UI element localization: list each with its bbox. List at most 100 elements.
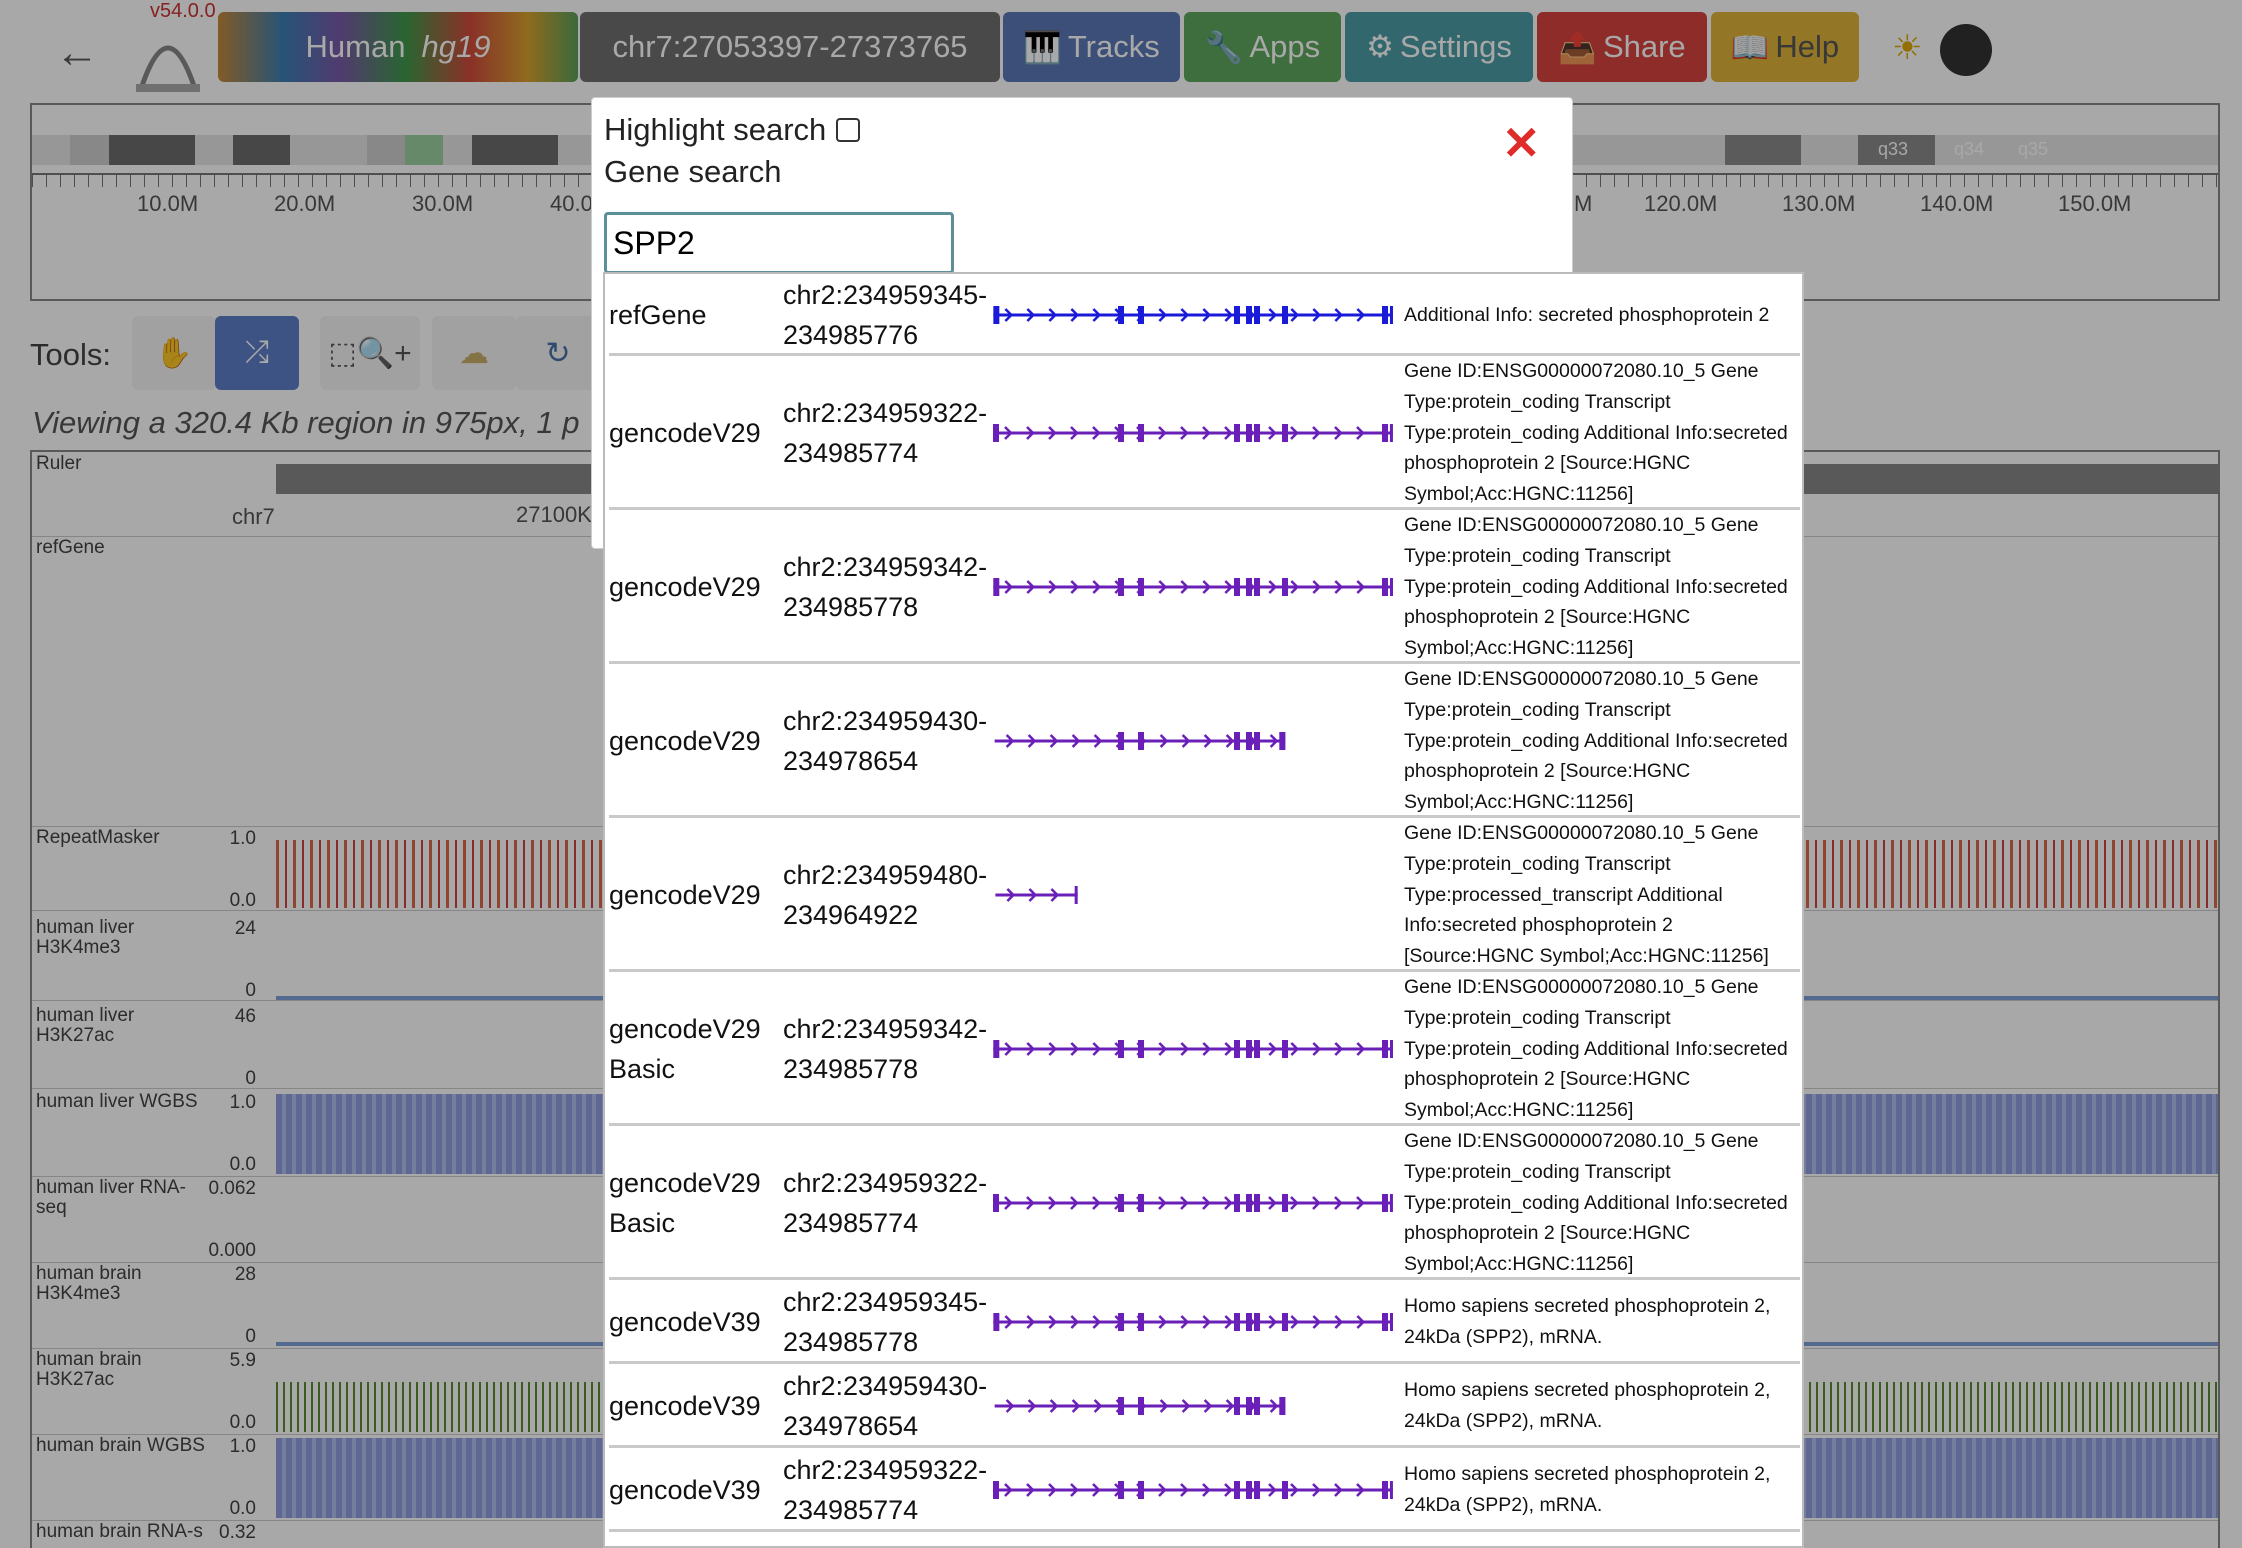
result-coordinates: chr2:234959430- 234978654	[783, 701, 987, 781]
result-coordinates: chr2:234959322- 234985774	[783, 1163, 987, 1243]
gene-exon-block	[1234, 578, 1240, 596]
gene-exon-block	[1246, 306, 1252, 324]
gene-exon-block	[1282, 1313, 1288, 1331]
gene-exon-block	[993, 1040, 1000, 1058]
search-result-row[interactable]: gencodeV29 Basic chr2:234959322- 234985774…	[609, 1126, 1800, 1280]
gene-exon-block	[1138, 1313, 1144, 1331]
gene-exon-block	[993, 1481, 999, 1499]
result-source: gencodeV29	[609, 418, 761, 448]
result-coord-start: chr2:234959430-	[783, 706, 988, 736]
gene-exon-block	[1254, 578, 1260, 596]
result-source: gencodeV39	[609, 1307, 761, 1337]
result-coord-start: chr2:234959345-	[783, 280, 988, 310]
search-result-row[interactable]: gencodeV29 chr2:234959480- 234964922 Gene I…	[609, 818, 1800, 972]
gene-model-glyph	[993, 306, 1393, 324]
gene-end-tick	[1390, 1313, 1393, 1331]
result-info: Gene ID:ENSG00000072080.10_5 Gene Type:p…	[1404, 822, 1769, 968]
gene-exon-block	[1282, 424, 1288, 442]
search-result-row[interactable]	[609, 1532, 1800, 1546]
search-result-row[interactable]: refGene chr2:234959345- 234985776 Additiona…	[609, 274, 1800, 356]
gene-search-input[interactable]	[604, 212, 954, 274]
gene-exon-block	[1138, 1397, 1144, 1415]
gene-exon-block	[1234, 732, 1240, 750]
gene-exon-block	[1246, 732, 1252, 750]
gene-end-tick	[1074, 886, 1078, 904]
search-result-row[interactable]: gencodeV29 chr2:234959342- 234985778 Gene I…	[609, 510, 1800, 664]
gene-model-glyph	[993, 424, 1393, 442]
gene-exon-block	[1382, 424, 1388, 442]
gene-end-tick	[1282, 1397, 1286, 1415]
gene-exon-block	[993, 424, 999, 442]
gene-exon-block	[1382, 1313, 1388, 1331]
gene-exon-block	[1254, 1194, 1260, 1212]
gene-exon-block	[1254, 1313, 1260, 1331]
gene-end-tick	[1389, 424, 1393, 442]
gene-exon-block	[1118, 1313, 1124, 1331]
result-coordinates: chr2:234959430- 234978654	[783, 1366, 987, 1446]
gene-exon-block	[1138, 578, 1144, 596]
gene-model-glyph	[994, 1397, 1286, 1415]
gene-exon-block	[1118, 1481, 1124, 1499]
gene-exon-block	[1254, 306, 1260, 324]
gene-exon-block	[1138, 1040, 1144, 1058]
result-coordinates: chr2:234959345- 234985778	[783, 1282, 987, 1362]
gene-exon-block	[1118, 1194, 1124, 1212]
gene-exon-block	[1282, 306, 1288, 324]
gene-exon-block	[1118, 1040, 1124, 1058]
result-source: gencodeV29	[609, 572, 761, 602]
gene-search-label: Gene search	[604, 154, 782, 189]
gene-exon-block	[1234, 1194, 1240, 1212]
result-coord-end: 234985774	[783, 1208, 919, 1238]
search-results-list: refGene chr2:234959345- 234985776 Additiona…	[603, 272, 1804, 1548]
gene-exon-block	[993, 1313, 1000, 1331]
gene-exon-block	[1382, 1194, 1388, 1212]
result-info: Gene ID:ENSG00000072080.10_5 Gene Type:p…	[1404, 514, 1788, 660]
result-coord-start: chr2:234959322-	[783, 398, 988, 428]
result-coord-start: chr2:234959480-	[783, 860, 988, 890]
gene-model-glyph	[995, 886, 1078, 904]
gene-exon-block	[1254, 1040, 1260, 1058]
gene-exon-block	[1282, 1481, 1288, 1499]
result-coordinates: chr2:234959322- 234985774	[783, 393, 987, 473]
search-result-row[interactable]: gencodeV29 chr2:234959430- 234978654 Gene I…	[609, 664, 1800, 818]
result-info: Homo sapiens secreted phosphoprotein 2, …	[1404, 1379, 1771, 1432]
gene-exon-block	[1246, 1194, 1252, 1212]
gene-exon-block	[993, 578, 1000, 596]
result-source: gencodeV39	[609, 1391, 761, 1421]
search-result-row[interactable]: gencodeV39 chr2:234959345- 234985778 Homo s…	[609, 1280, 1800, 1364]
result-coord-end: 234964922	[783, 900, 919, 930]
result-source: gencodeV29 Basic	[609, 1014, 761, 1084]
app-root: ← v54.0.0 Human hg19 chr7:27053397-27373…	[0, 0, 2242, 1548]
gene-model-glyph	[993, 1040, 1393, 1058]
gene-exon-block	[1138, 1194, 1144, 1212]
gene-end-tick	[1390, 1040, 1393, 1058]
gene-exon-block	[1246, 1481, 1252, 1499]
result-info: Gene ID:ENSG00000072080.10_5 Gene Type:p…	[1404, 976, 1788, 1122]
result-info: Additional Info: secreted phosphoprotein…	[1404, 303, 1770, 326]
search-result-row[interactable]: gencodeV29 Basic chr2:234959342- 234985778…	[609, 972, 1800, 1126]
gene-exon-block	[1246, 1397, 1252, 1415]
result-source: refGene	[609, 300, 707, 330]
search-result-row[interactable]: gencodeV39 chr2:234959430- 234978654 Homo s…	[609, 1364, 1800, 1448]
close-icon[interactable]: ✕	[1502, 116, 1541, 170]
gene-exon-block	[1254, 424, 1260, 442]
gene-exon-block	[1118, 1397, 1124, 1415]
result-source: gencodeV29 Basic	[609, 1168, 761, 1238]
result-source: gencodeV29	[609, 880, 761, 910]
gene-exon-block	[1234, 1481, 1240, 1499]
search-result-row[interactable]: gencodeV39 chr2:234959322- 234985774 Homo s…	[609, 1448, 1800, 1532]
highlight-search-checkbox[interactable]	[836, 118, 861, 142]
result-coord-start: chr2:234959342-	[783, 552, 988, 582]
result-coord-start: chr2:234959322-	[783, 1455, 988, 1485]
result-coord-end: 234985778	[783, 1327, 919, 1357]
gene-end-tick	[1389, 1481, 1393, 1499]
result-coord-start: chr2:234959322-	[783, 1168, 988, 1198]
gene-model-glyph	[993, 1481, 1393, 1499]
gene-model-glyph	[993, 1313, 1393, 1331]
gene-exon-block	[1234, 424, 1240, 442]
gene-exon-block	[1382, 578, 1388, 596]
gene-exon-block	[1382, 306, 1388, 324]
gene-exon-block	[1254, 1397, 1260, 1415]
gene-exon-block	[1118, 424, 1124, 442]
search-result-row[interactable]: gencodeV29 chr2:234959322- 234985774 Gene I…	[609, 356, 1800, 510]
